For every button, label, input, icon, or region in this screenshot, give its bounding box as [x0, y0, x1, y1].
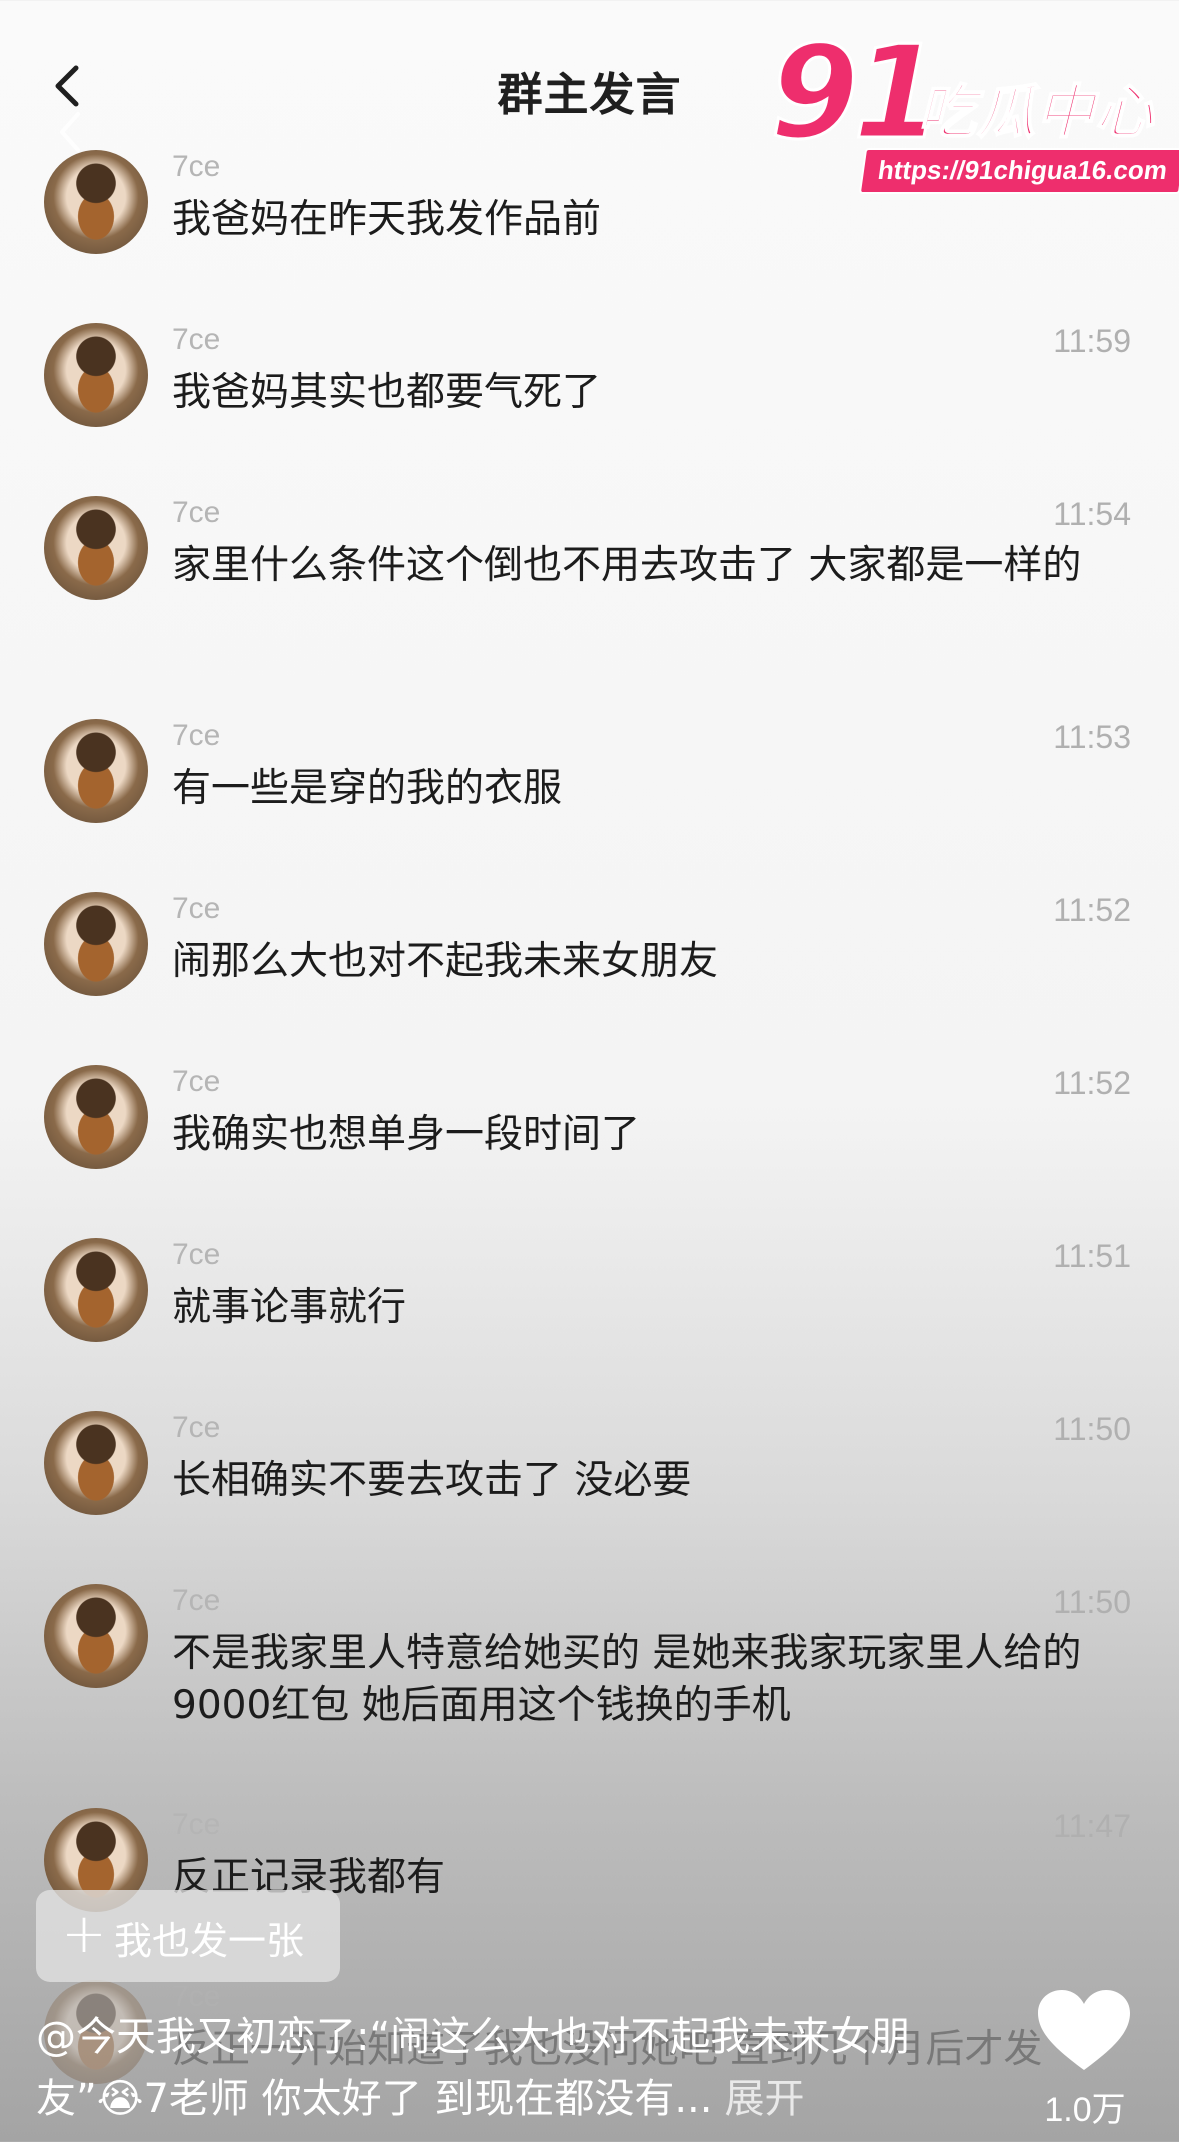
message-time: 11:52	[1053, 892, 1131, 928]
avatar[interactable]	[44, 1584, 148, 1688]
message-time: 11:51	[1053, 1238, 1131, 1274]
expand-link[interactable]: 展开	[724, 2076, 804, 2122]
watermark-number: 91	[768, 19, 943, 168]
message-text: 不是我家里人特意给她买的 是她来我家玩家里人给的9000红包 她后面用这个钱换的…	[172, 1631, 1082, 1728]
avatar[interactable]	[44, 323, 148, 427]
message-text: 闹那么大也对不起我未来女朋友	[172, 939, 719, 984]
like-button[interactable]	[1034, 1986, 1134, 2076]
avatar[interactable]	[44, 1065, 148, 1169]
post-caption[interactable]: @今天我又初恋了:“闹这么大也对不起我未来女朋友”😭7老师 你太好了 到现在都没…	[36, 2006, 1016, 2130]
sender-name: 7ce	[172, 719, 221, 752]
message-text: 我爸妈在昨天我发作品前	[172, 197, 602, 242]
sender-name: 7ce	[172, 150, 221, 183]
message-text: 我爸妈其实也都要气死了	[172, 370, 602, 415]
sender-name: 7ce	[172, 496, 221, 529]
avatar[interactable]	[44, 496, 148, 600]
avatar[interactable]	[44, 1238, 148, 1342]
sender-name: 7ce	[172, 1238, 221, 1271]
message-text: 有一些是穿的我的衣服	[172, 766, 563, 811]
message-text: 我确实也想单身一段时间了	[172, 1112, 641, 1157]
message-time: 11:59	[1053, 323, 1131, 359]
watermark-text: 吃瓜中心	[917, 78, 1155, 146]
message-time: 11:50	[1053, 1411, 1131, 1447]
message-text: 就事论事就行	[172, 1285, 407, 1330]
message-time: 11:50	[1053, 1584, 1131, 1620]
sender-name: 7ce	[172, 1411, 221, 1444]
sender-name: 7ce	[172, 892, 221, 925]
message-time: 11:47	[1053, 1808, 1131, 1844]
sender-name: 7ce	[172, 1808, 221, 1841]
avatar[interactable]	[44, 719, 148, 823]
heart-icon	[1038, 1990, 1130, 2070]
avatar[interactable]	[44, 892, 148, 996]
like-count: 1.0万	[1044, 2091, 1126, 2129]
message-time: 11:54	[1053, 496, 1131, 532]
sender-name: 7ce	[172, 323, 221, 356]
post-too-button[interactable]: + 我也发一张	[36, 1890, 340, 1982]
post-too-label: 我也发一张	[114, 1919, 305, 1963]
watermark-logo: 91 吃瓜中心 https://91chigua16.com	[768, 19, 1179, 194]
message-time: 11:52	[1053, 1065, 1131, 1101]
sender-name: 7ce	[172, 1584, 221, 1617]
avatar[interactable]	[44, 1411, 148, 1515]
message-text: 家里什么条件这个倒也不用去攻击了 大家都是一样的	[172, 543, 1082, 588]
watermark-url: https://91chigua16.com	[858, 148, 1179, 194]
plus-icon: +	[61, 1902, 107, 1965]
avatar[interactable]	[44, 150, 148, 254]
message-time: 11:53	[1053, 719, 1131, 755]
message-text: 长相确实不要去攻击了 没必要	[172, 1458, 692, 1503]
sender-name: 7ce	[172, 1065, 221, 1098]
